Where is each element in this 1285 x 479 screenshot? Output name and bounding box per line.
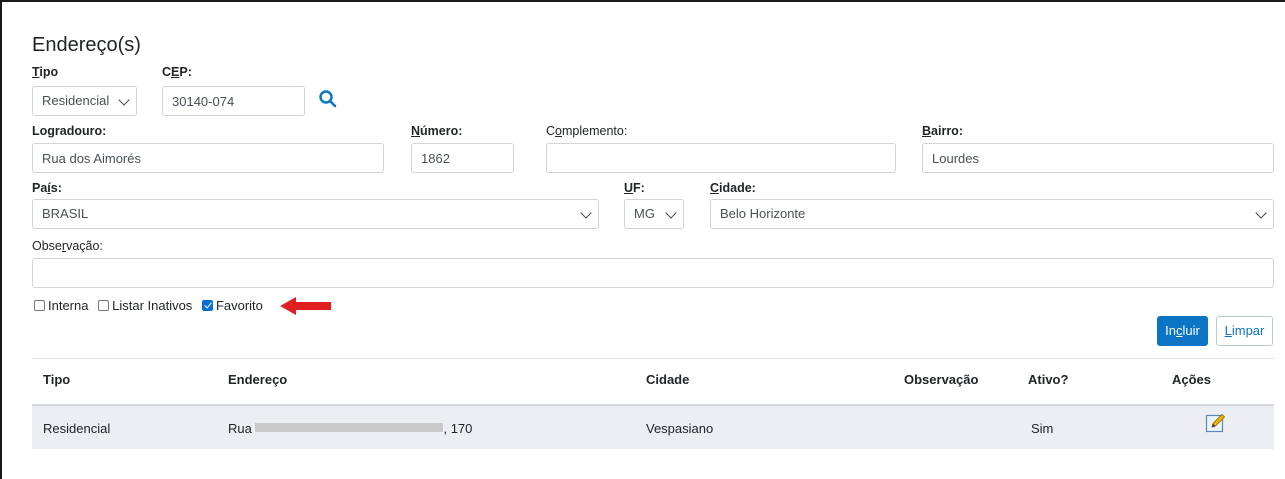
checkbox-box[interactable] [34,300,45,311]
checkbox-box-checked[interactable] [201,300,213,311]
col-header-acoes: Ações [1172,372,1212,387]
cidade-select[interactable]: Belo Horizonte [710,199,1274,229]
chevron-down-icon [118,94,130,106]
cell-ativo: Sim [1031,421,1054,436]
pais-select[interactable]: BRASIL [32,199,599,229]
favorito-checkbox-label: Favorito [215,298,263,313]
red-arrow-annotation [280,297,331,315]
incluir-button[interactable]: Incluir [1157,316,1208,346]
checkbox-box[interactable] [98,300,110,311]
observacao-label: Observação: [32,239,103,253]
col-header-ativo: Ativo? [1028,372,1069,387]
chevron-down-icon [1255,207,1267,219]
chevron-down-icon [665,207,677,219]
search-icon[interactable] [317,88,339,110]
cell-cidade: Vespasiano [646,421,714,436]
observacao-input[interactable] [32,258,1274,288]
checkbox-group: Interna Listar Inativos Favorito [34,298,269,313]
complemento-label: Complemento: [546,124,628,138]
cell-tipo: Residencial [43,421,111,436]
logradouro-label: Logradouro: [32,124,107,138]
chevron-down-icon [580,207,592,219]
pais-label: País: [32,181,62,195]
interna-checkbox-label: Interna [48,298,89,313]
tipo-select[interactable]: Residencial [32,86,137,116]
uf-select-value: MG [634,206,655,221]
col-header-endereco: Endereço [228,372,288,387]
listar-inativos-checkbox[interactable]: Listar Inativos [98,298,192,313]
tipo-label: Tipo [32,65,59,79]
cidade-select-value: Belo Horizonte [720,206,806,221]
endereco-prefix: Rua [228,421,256,436]
numero-label: Número: [411,124,463,138]
complemento-input[interactable] [546,143,896,173]
cep-input[interactable] [162,86,305,116]
tipo-select-value: Residencial [42,93,110,108]
listar-inativos-checkbox-label: Listar Inativos [112,298,193,313]
edit-icon[interactable] [1205,412,1227,434]
uf-select[interactable]: MG [624,199,684,229]
bairro-input[interactable] [922,143,1274,173]
cell-endereco: Rua , 170 [228,421,472,436]
table-divider [32,358,1274,359]
section-title: Endereço(s) [32,34,141,56]
cidade-label: Cidade: [710,181,756,195]
col-header-tipo: Tipo [43,372,71,387]
favorito-checkbox[interactable]: Favorito [201,298,263,313]
numero-input[interactable] [411,143,514,173]
logradouro-input[interactable] [32,143,384,173]
cep-label: CEP: [162,65,192,79]
interna-checkbox[interactable]: Interna [34,298,88,313]
redacted-block [255,423,444,432]
pais-select-value: BRASIL [42,206,89,221]
bairro-label: Bairro: [922,124,963,138]
col-header-observacao: Observação [904,372,979,387]
limpar-button[interactable]: Limpar [1216,316,1273,346]
col-header-cidade: Cidade [646,372,690,387]
endereco-suffix: , 170 [443,421,473,436]
uf-label: UF: [624,181,645,195]
